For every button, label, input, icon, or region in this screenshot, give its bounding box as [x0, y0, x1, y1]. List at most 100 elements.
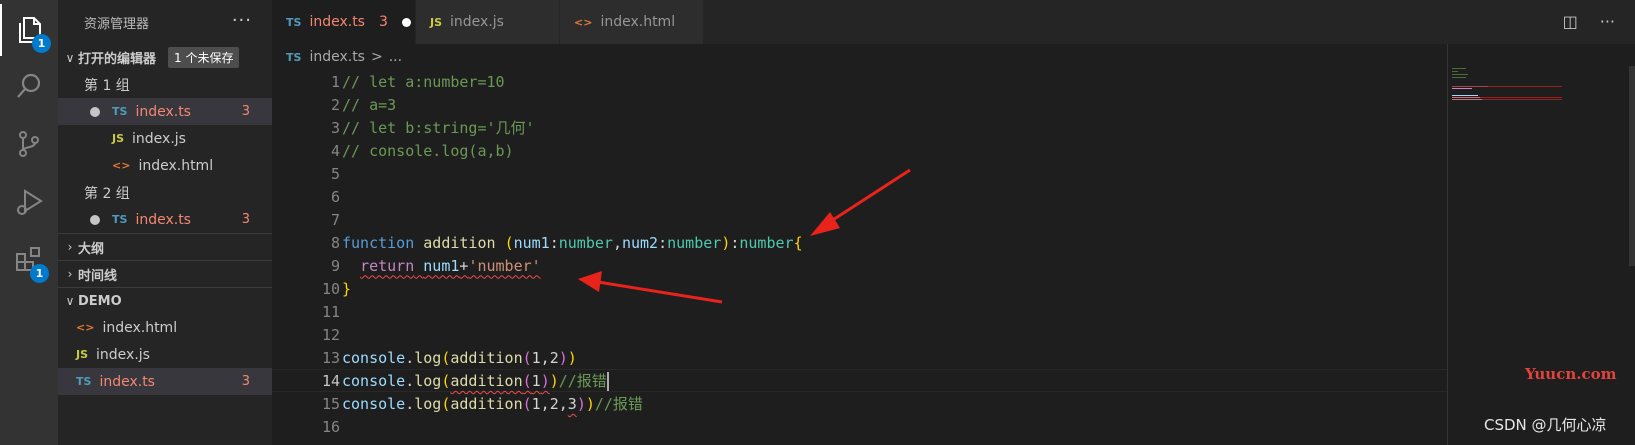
open-editor-item-index-html[interactable]: <> index.html: [58, 152, 272, 179]
line-number: 9: [330, 256, 340, 275]
outline-section[interactable]: › 大纲: [58, 233, 272, 260]
unsaved-badge: 1 个未保存: [168, 47, 240, 68]
timeline-section[interactable]: › 时间线: [58, 260, 272, 287]
file-name: index.js: [132, 130, 186, 147]
folder-label: DEMO: [78, 293, 122, 309]
chevron-down-icon: ∨: [65, 50, 75, 65]
line-number: 13: [321, 348, 340, 367]
tab-bar: TS index.ts 3 JS index.js <> index.html …: [272, 0, 1635, 44]
breadcrumb-more[interactable]: ...: [389, 49, 402, 65]
folder-item-index-ts[interactable]: TS index.ts 3: [58, 368, 272, 395]
explorer-badge: 1: [32, 34, 51, 53]
file-name: index.js: [96, 346, 150, 363]
problem-count: 3: [241, 212, 250, 227]
console-log-call: console.log(addition(1,2,3))//报错: [342, 395, 643, 413]
unsaved-dot-icon[interactable]: [401, 17, 411, 27]
comment: // a=3: [342, 95, 397, 114]
line-number: 1: [330, 72, 340, 91]
code-line: 11: [272, 300, 1447, 323]
line-number: 5: [330, 164, 340, 183]
problem-count: 3: [241, 374, 250, 389]
code-line: 15 console.log(addition(1,2,3))//报错: [272, 392, 1447, 415]
console-log-call: console.log(addition(1,2)): [342, 348, 577, 367]
file-name: index.ts: [99, 373, 155, 390]
timeline-label: 时间线: [78, 268, 118, 284]
line-number: 12: [321, 325, 340, 344]
problem-count: 3: [241, 104, 250, 119]
tab-actions: ◫ ···: [1563, 12, 1615, 31]
open-editor-item-index-js[interactable]: JS index.js: [58, 125, 272, 152]
group-label: 第 2 组: [58, 179, 272, 206]
code-line: 10 }: [272, 277, 1447, 300]
explorer-icon[interactable]: 1: [0, 4, 58, 56]
console-log-call: console.log(addition(1))//报错: [342, 372, 609, 391]
source-control-icon[interactable]: [0, 118, 58, 170]
extensions-icon[interactable]: 1: [0, 234, 58, 286]
code-line: 1 // let a:number=10: [272, 70, 1447, 93]
typescript-file-icon: TS: [76, 375, 92, 388]
chevron-right-icon: ›: [67, 267, 73, 281]
tab-label: index.ts: [309, 14, 365, 30]
typescript-file-icon: TS: [112, 213, 128, 226]
sidebar-title: 资源管理器: [84, 16, 150, 32]
folder-item-index-js[interactable]: JS index.js: [58, 341, 272, 368]
group2-label: 第 2 组: [84, 185, 130, 202]
comment: // let b:string='几何': [342, 119, 535, 137]
code-line: 13 console.log(addition(1,2)): [272, 346, 1447, 369]
line-number: 15: [321, 394, 340, 413]
group-label: 第 1 组: [58, 71, 272, 98]
file-name: index.ts: [135, 211, 191, 228]
line-number: 2: [330, 95, 340, 114]
vertical-scrollbar[interactable]: [1629, 66, 1635, 266]
tab-index-html[interactable]: <> index.html: [560, 0, 704, 44]
comment: // let a:number=10: [342, 72, 505, 91]
line-number: 16: [321, 417, 340, 436]
minimap[interactable]: [1452, 66, 1562, 106]
run-debug-icon[interactable]: [0, 176, 58, 228]
code-line: 7: [272, 208, 1447, 231]
chevron-down-icon: ∨: [65, 294, 75, 308]
line-number: 6: [330, 187, 340, 206]
code-line: 4 // console.log(a,b): [272, 139, 1447, 162]
line-number: 10: [321, 279, 340, 298]
open-editor-item-index-ts[interactable]: TS index.ts 3: [58, 98, 272, 125]
code-line: 16: [272, 415, 1447, 438]
breadcrumb-file[interactable]: index.ts: [309, 49, 365, 65]
html-file-icon: <>: [112, 159, 131, 172]
tab-label: index.js: [450, 14, 504, 30]
unsaved-dot-icon[interactable]: [90, 214, 100, 225]
author-watermark: CSDN @几何心凉: [1484, 416, 1607, 434]
open-editor-item-index-ts-group2[interactable]: TS index.ts 3: [58, 206, 272, 233]
line-number: 8: [330, 233, 340, 252]
code-line: 8 function addition (num1:number,num2:nu…: [272, 231, 1447, 254]
line-number: 3: [330, 118, 340, 137]
comment: // console.log(a,b): [342, 141, 514, 160]
split-editor-icon[interactable]: ◫: [1563, 12, 1578, 31]
explorer-sidebar: 资源管理器 ··· ∨ 打开的编辑器 1 个未保存 第 1 组 TS index…: [58, 0, 272, 445]
file-name: index.html: [102, 319, 178, 336]
javascript-file-icon: JS: [112, 132, 125, 145]
search-icon[interactable]: [0, 60, 58, 112]
outline-label: 大纲: [78, 241, 105, 257]
html-file-icon: <>: [76, 321, 95, 334]
extensions-badge: 1: [30, 264, 49, 283]
tab-label: index.html: [600, 14, 676, 30]
tab-index-js[interactable]: JS index.js: [416, 0, 560, 44]
code-line-current: 14 console.log(addition(1))//报错: [272, 369, 1447, 392]
folder-section[interactable]: ∨ DEMO: [58, 287, 272, 314]
file-name: index.html: [138, 157, 214, 174]
more-actions-icon[interactable]: ···: [232, 10, 252, 31]
more-actions-icon[interactable]: ···: [1600, 12, 1615, 31]
closing-brace: }: [342, 279, 352, 298]
line-number: 4: [330, 141, 340, 160]
text-cursor: [606, 372, 609, 391]
tab-index-ts[interactable]: TS index.ts 3: [272, 0, 416, 44]
unsaved-dot-icon[interactable]: [90, 106, 100, 117]
code-line: 6: [272, 185, 1447, 208]
folder-item-index-html[interactable]: <> index.html: [58, 314, 272, 341]
open-editors-section[interactable]: ∨ 打开的编辑器 1 个未保存: [58, 44, 272, 71]
sidebar-header: 资源管理器 ···: [58, 0, 272, 44]
breadcrumb: TS index.ts > ...: [286, 46, 402, 68]
typescript-file-icon: TS: [286, 15, 302, 29]
code-line: 5: [272, 162, 1447, 185]
